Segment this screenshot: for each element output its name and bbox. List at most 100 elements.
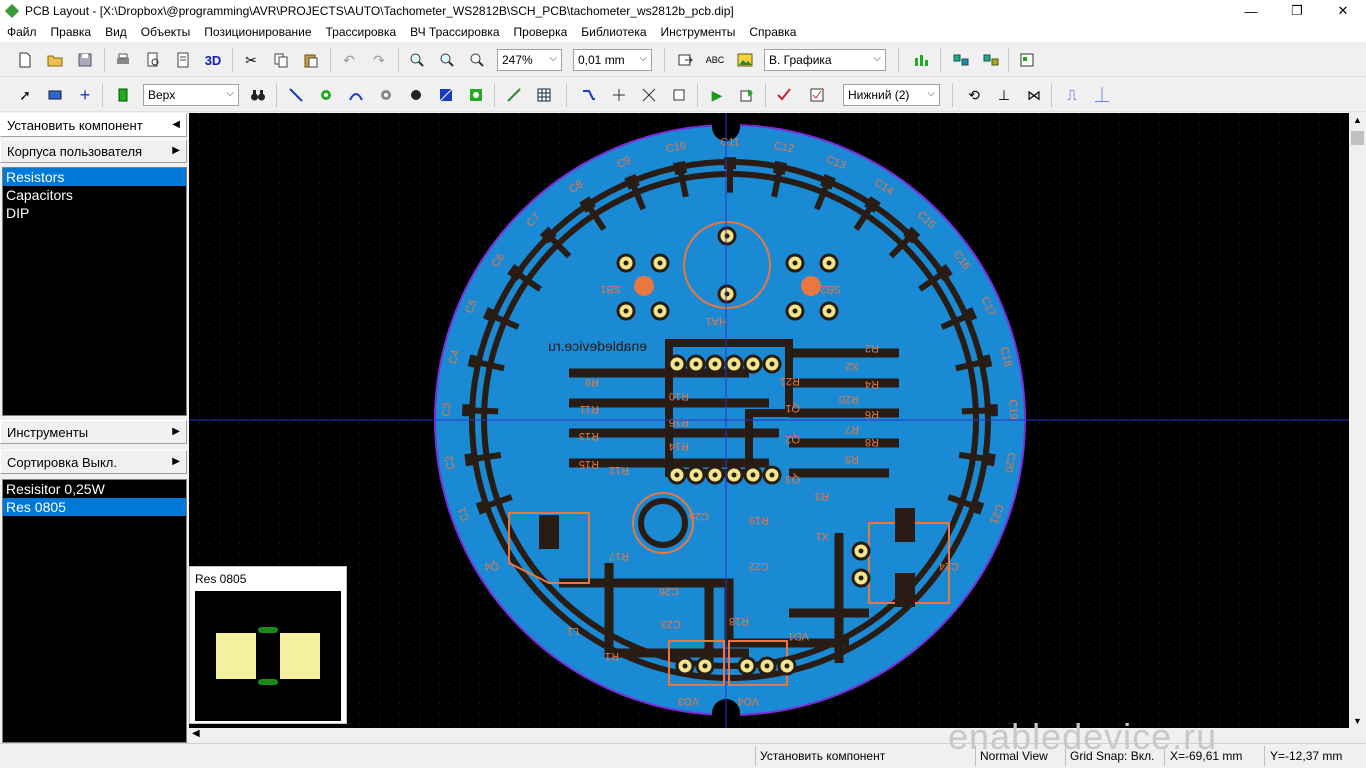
list-item[interactable]: DIP <box>3 204 186 222</box>
pad-hole <box>674 472 680 478</box>
properties-icon[interactable] <box>172 49 194 71</box>
zoom-out-icon[interactable] <box>436 49 458 71</box>
menu-check[interactable]: Проверка <box>507 25 575 39</box>
list-item[interactable]: Resisitor 0,25W <box>3 480 186 498</box>
measure-icon[interactable] <box>503 84 525 106</box>
align-icon[interactable]: ⊥ <box>993 84 1015 106</box>
copy-icon[interactable] <box>270 49 292 71</box>
component-label: R1 <box>605 650 619 662</box>
autoroute-icon[interactable] <box>578 84 600 106</box>
redo-icon[interactable]: ↷ <box>368 49 390 71</box>
component-label: Q4 <box>484 560 499 572</box>
vertical-scrollbar[interactable]: ▲ ▼ <box>1349 113 1366 728</box>
chevron-down-icon: ⌵ <box>639 53 647 64</box>
scroll-up-icon[interactable]: ▲ <box>1353 115 1362 125</box>
preview-title: Res 0805 <box>195 572 247 586</box>
binoculars-icon[interactable] <box>247 84 269 106</box>
menu-help[interactable]: Справка <box>742 25 803 39</box>
grid-icon[interactable] <box>533 84 555 106</box>
image-icon[interactable] <box>734 49 756 71</box>
drc-check-icon[interactable] <box>773 84 795 106</box>
component-label: SB2 <box>820 283 841 295</box>
cut-icon[interactable]: ✂ <box>240 49 262 71</box>
component-label: C3 <box>441 402 454 417</box>
user-packages-header[interactable]: Корпуса пользователя ▶ <box>0 139 187 163</box>
paste-icon[interactable] <box>300 49 322 71</box>
pad-icon[interactable] <box>375 84 397 106</box>
minimize-button[interactable]: — <box>1228 0 1274 22</box>
menu-edit[interactable]: Правка <box>44 25 99 39</box>
optimize-icon[interactable] <box>668 84 690 106</box>
pcb-canvas[interactable]: C1 C2 C3 C4 C5 C6 C7 C8 C9 C10 C11 C12 C13 C14 C15 C16 C… <box>189 113 1349 728</box>
crosshair-icon[interactable]: + <box>74 84 96 106</box>
unroute-icon[interactable] <box>638 84 660 106</box>
pad-hole <box>784 663 790 669</box>
netlist-icon[interactable] <box>950 49 972 71</box>
copper-pour-icon[interactable] <box>435 84 457 106</box>
print-icon[interactable] <box>112 49 134 71</box>
drc-chart-icon[interactable] <box>910 49 932 71</box>
new-file-icon[interactable] <box>14 49 36 71</box>
menu-file[interactable]: Файл <box>0 25 44 39</box>
view-3d-button[interactable]: 3D <box>202 49 224 71</box>
shape-icon[interactable] <box>465 84 487 106</box>
menu-routing[interactable]: Трассировка <box>319 25 404 39</box>
text-abc-button[interactable]: ABC <box>704 49 726 71</box>
menu-tools[interactable]: Инструменты <box>654 25 743 39</box>
signal-pulse-icon[interactable]: ⎍ <box>1061 84 1083 106</box>
zoom-in-icon[interactable] <box>406 49 428 71</box>
compare-icon[interactable] <box>980 49 1002 71</box>
collapse-left-icon: ◀ <box>172 119 180 130</box>
save-icon[interactable] <box>74 49 96 71</box>
export-icon[interactable] <box>674 49 696 71</box>
print-preview-icon[interactable] <box>142 49 164 71</box>
layer-combo[interactable]: Верх ⌵ <box>143 84 239 106</box>
title-bar: PCB Layout - [X:\Dropbox\@programming\AV… <box>0 0 1366 22</box>
via-icon[interactable] <box>315 84 337 106</box>
menu-objects[interactable]: Объекты <box>134 25 198 39</box>
menu-placement[interactable]: Позиционирование <box>197 25 318 39</box>
zoom-fit-icon[interactable] <box>466 49 488 71</box>
list-item[interactable]: Resistors <box>3 168 186 186</box>
view-mode-combo[interactable]: В. Графика ⌵ <box>764 49 886 71</box>
mirror-icon[interactable]: ⟲ <box>963 84 985 106</box>
open-folder-icon[interactable] <box>44 49 66 71</box>
signal-step-icon[interactable]: ⏊ <box>1091 84 1113 106</box>
pad-hole <box>724 291 730 297</box>
menu-rf-routing[interactable]: ВЧ Трассировка <box>403 25 506 39</box>
user-packages-label: Корпуса пользователя <box>7 143 143 159</box>
tools-header[interactable]: Инструменты ▶ <box>0 420 187 444</box>
flip-icon[interactable]: ⋈ <box>1023 84 1045 106</box>
smd-pad-icon[interactable] <box>405 84 427 106</box>
left-panel: Установить компонент ◀ Корпуса пользовате… <box>0 113 189 743</box>
chevron-down-icon: ⌵ <box>927 88 935 99</box>
pad-hole <box>858 548 864 554</box>
arc-track-icon[interactable] <box>345 84 367 106</box>
component-label: R13 <box>579 430 599 442</box>
drc-report-icon[interactable] <box>806 84 828 106</box>
menu-view[interactable]: Вид <box>98 25 134 39</box>
maximize-button[interactable]: ❐ <box>1274 0 1320 22</box>
run-step-icon[interactable] <box>736 84 758 106</box>
undo-icon[interactable]: ↶ <box>338 49 360 71</box>
close-button[interactable]: ✕ <box>1320 0 1366 22</box>
scroll-left-icon[interactable]: ◀ <box>192 728 200 739</box>
layer-value: Верх <box>148 88 176 102</box>
route-net-icon[interactable] <box>608 84 630 106</box>
component-icon[interactable] <box>112 84 134 106</box>
pad-hole <box>750 472 756 478</box>
run-play-icon[interactable]: ▶ <box>706 84 728 106</box>
list-item[interactable]: Res 0805 <box>3 498 186 516</box>
list-item[interactable]: Capacitors <box>3 186 186 204</box>
bom-icon[interactable] <box>1016 49 1038 71</box>
select-arrow-icon[interactable]: ➚ <box>14 84 36 106</box>
place-pcb-icon[interactable] <box>44 84 66 106</box>
grid-combo[interactable]: 0,01 mm ⌵ <box>573 49 652 71</box>
menu-library[interactable]: Библиотека <box>574 25 653 39</box>
sorting-header[interactable]: Сортировка Выкл. ▶ <box>0 450 187 474</box>
install-component-header[interactable]: Установить компонент ◀ <box>0 113 187 137</box>
zoom-combo[interactable]: 247% ⌵ <box>497 49 562 71</box>
route-track-icon[interactable] <box>285 84 307 106</box>
side-combo[interactable]: Нижний (2) ⌵ <box>843 84 940 106</box>
scroll-down-icon[interactable]: ▼ <box>1353 716 1362 726</box>
